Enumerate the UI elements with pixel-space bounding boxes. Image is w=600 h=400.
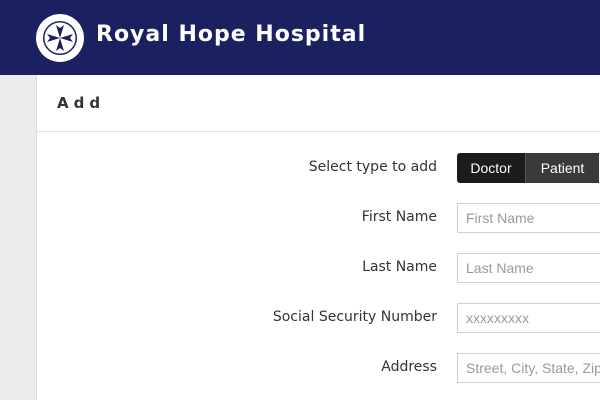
left-gutter <box>0 75 37 400</box>
address-input[interactable] <box>457 353 600 383</box>
type-toggle: Doctor Patient <box>457 153 599 183</box>
app-title[interactable]: Royal Hope Hospital <box>96 22 366 47</box>
first-name-label: First Name <box>361 209 437 225</box>
add-panel: Add Select type to add Doctor Patient Fi… <box>37 75 600 400</box>
ssn-input[interactable] <box>457 303 600 333</box>
st-john-ambulance-logo <box>36 14 84 62</box>
panel-title: Add <box>57 94 106 112</box>
first-name-input[interactable] <box>457 203 600 233</box>
type-label: Select type to add <box>308 159 437 175</box>
ssn-label: Social Security Number <box>272 309 437 325</box>
panel-header: Add <box>37 75 600 132</box>
patient-toggle-button[interactable]: Patient <box>525 153 599 183</box>
doctor-toggle-button[interactable]: Doctor <box>457 153 525 183</box>
last-name-label: Last Name <box>362 259 437 275</box>
address-label: Address <box>381 359 437 375</box>
top-nav-bar: Royal Hope Hospital <box>0 0 600 75</box>
last-name-input[interactable] <box>457 253 600 283</box>
